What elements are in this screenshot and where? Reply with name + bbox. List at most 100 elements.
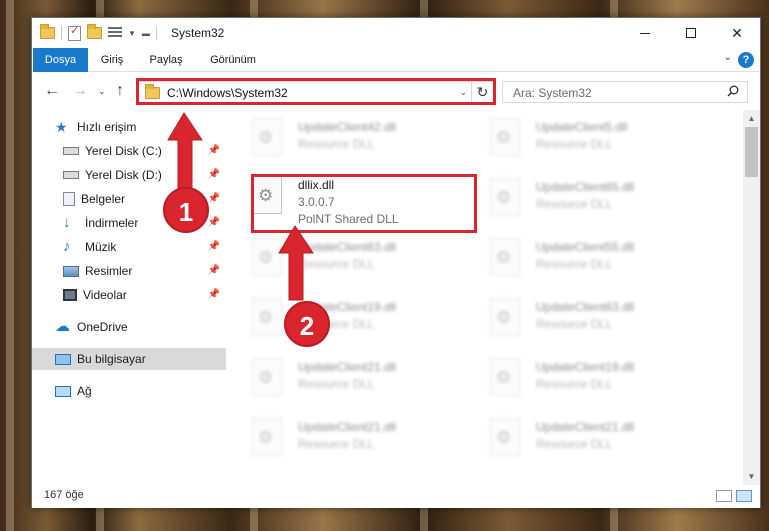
sidebar-item-label: Yerel Disk (D:) xyxy=(85,168,162,182)
annotation-marker-1: 1 xyxy=(163,187,209,233)
pin-icon[interactable]: 📌 xyxy=(208,265,220,276)
music-icon: ♪ xyxy=(63,238,71,255)
file-item[interactable]: ⚙ UpdateClient21.dll Resource DLL xyxy=(252,418,477,468)
file-name: UpdateClient21.dll xyxy=(298,420,397,434)
view-icon[interactable] xyxy=(108,27,122,39)
file-name: UpdateClient63.dll xyxy=(298,240,397,254)
sidebar-item-label: Bu bilgisayar xyxy=(77,352,146,366)
pin-icon[interactable]: 📌 xyxy=(208,145,220,156)
pin-icon[interactable]: 📌 xyxy=(208,193,220,204)
search-placeholder: Ara: System32 xyxy=(513,86,592,100)
file-name: UpdateClient19.dll xyxy=(536,360,635,374)
sidebar-item-this-pc[interactable]: Bu bilgisayar xyxy=(32,348,226,370)
title-bar: ▼ ▬ System32 ✕ xyxy=(32,18,760,48)
pin-icon[interactable]: 📌 xyxy=(208,289,220,300)
search-icon[interactable] xyxy=(727,85,739,97)
tab-view[interactable]: Görünüm xyxy=(202,48,264,72)
file-highlight-box xyxy=(251,174,477,233)
sidebar-item-label: Ağ xyxy=(77,384,92,398)
cloud-icon: ☁ xyxy=(55,318,70,335)
status-bar: 167 öğe xyxy=(32,485,760,508)
explorer-window: ▼ ▬ System32 ✕ Dosya Giriş Paylaş Görünü… xyxy=(31,17,761,508)
annotation-marker-2: 2 xyxy=(284,301,330,347)
dll-file-icon: ⚙ xyxy=(252,118,286,158)
sidebar-item-music[interactable]: ♪ Müzik 📌 xyxy=(32,236,226,258)
ribbon-tabs: Dosya Giriş Paylaş Görünüm ⌄ ? xyxy=(32,48,760,72)
details-view-icon[interactable] xyxy=(716,490,732,502)
drive-icon xyxy=(63,147,79,155)
file-name: UpdateClient63.dll xyxy=(536,300,635,314)
file-type: Resource DLL xyxy=(536,137,613,151)
forward-arrow-icon[interactable]: → xyxy=(72,82,88,100)
file-item[interactable]: ⚙ UpdateClient5.dll Resource DLL xyxy=(490,118,715,168)
file-item[interactable]: ⚙ UpdateClient19.dll Resource DLL xyxy=(490,358,715,408)
close-button[interactable]: ✕ xyxy=(714,18,760,48)
file-name: UpdateClient65.dll xyxy=(536,180,635,194)
file-type: Resource DLL xyxy=(298,137,375,151)
file-item[interactable]: ⚙ UpdateClient21.dll Resource DLL xyxy=(252,358,477,408)
file-type: Resource DLL xyxy=(298,377,375,391)
dll-file-icon: ⚙ xyxy=(252,358,286,398)
minimize-button[interactable] xyxy=(622,18,668,48)
file-name: UpdateClient5.dll xyxy=(536,120,628,134)
drive-icon xyxy=(63,171,79,179)
scroll-thumb[interactable] xyxy=(745,127,758,177)
expand-ribbon-icon[interactable]: ⌄ xyxy=(724,52,732,63)
divider xyxy=(155,26,157,40)
pin-icon[interactable]: 📌 xyxy=(208,169,220,180)
recent-locations-icon[interactable]: ⌄ xyxy=(98,86,106,97)
sidebar-item-label: Belgeler xyxy=(81,192,126,206)
sidebar-item-local-disk-c[interactable]: Yerel Disk (C:) 📌 xyxy=(32,140,226,162)
dll-file-icon: ⚙ xyxy=(490,238,524,278)
properties-icon[interactable] xyxy=(68,24,81,41)
network-icon xyxy=(55,385,71,397)
dll-file-icon: ⚙ xyxy=(490,418,524,458)
computer-icon xyxy=(55,353,71,365)
file-item[interactable]: ⚙ UpdateClient42.dll Resource DLL xyxy=(252,118,477,168)
sidebar-item-onedrive[interactable]: ☁ OneDrive xyxy=(32,316,226,338)
pin-icon[interactable]: 📌 xyxy=(208,217,220,228)
sidebar-item-local-disk-d[interactable]: Yerel Disk (D:) 📌 xyxy=(32,164,226,186)
file-item[interactable]: ⚙ UpdateClient21.dll Resource DLL xyxy=(490,418,715,468)
file-item[interactable]: ⚙ UpdateClient63.dll Resource DLL xyxy=(490,298,715,348)
large-icons-view-icon[interactable] xyxy=(736,490,752,502)
file-item[interactable]: ⚙ UpdateClient55.dll Resource DLL xyxy=(490,238,715,288)
scroll-down-icon[interactable]: ▼ xyxy=(743,468,760,485)
minimize-icon xyxy=(640,32,650,34)
maximize-button[interactable] xyxy=(668,18,714,48)
new-folder-icon[interactable] xyxy=(87,24,102,39)
tab-home[interactable]: Giriş xyxy=(92,48,132,72)
sidebar-item-label: Resimler xyxy=(85,264,133,278)
pin-icon[interactable]: 📌 xyxy=(208,241,220,252)
file-name: UpdateClient55.dll xyxy=(536,240,635,254)
file-item[interactable]: ⚙ UpdateClient63.dll Resource DLL xyxy=(252,238,477,288)
file-name: UpdateClient21.dll xyxy=(298,360,397,374)
quick-access-toolbar: ▼ ▬ xyxy=(40,24,157,41)
tab-share[interactable]: Paylaş xyxy=(142,48,190,72)
window-controls: ✕ xyxy=(622,18,760,48)
dll-file-icon: ⚙ xyxy=(252,298,286,338)
file-type: Resource DLL xyxy=(536,197,613,211)
dll-file-icon: ⚙ xyxy=(490,298,524,338)
sidebar-item-quick-access[interactable]: ★ Hızlı erişim xyxy=(32,116,226,138)
sidebar-item-label: OneDrive xyxy=(77,320,128,334)
back-arrow-icon[interactable]: ← xyxy=(44,82,60,100)
file-type: Resource DLL xyxy=(298,257,375,271)
view-toggle xyxy=(716,490,752,502)
tab-file[interactable]: Dosya xyxy=(33,48,88,72)
file-type: Resource DLL xyxy=(536,257,613,271)
sidebar-item-network[interactable]: Ağ xyxy=(32,380,226,402)
file-item[interactable]: ⚙ UpdateClient65.dll Resource DLL xyxy=(490,178,715,228)
sidebar-item-label: Videolar xyxy=(83,288,127,302)
vertical-scrollbar[interactable]: ▲ ▼ xyxy=(743,110,760,485)
search-box[interactable]: Ara: System32 xyxy=(502,81,748,103)
sidebar-item-pictures[interactable]: Resimler 📌 xyxy=(32,260,226,282)
sidebar-item-videos[interactable]: Videolar 📌 xyxy=(32,284,226,306)
up-arrow-icon[interactable]: ↑ xyxy=(116,82,124,100)
scroll-up-icon[interactable]: ▲ xyxy=(743,110,760,127)
chevron-down-icon[interactable]: ▼ xyxy=(128,29,136,38)
customize-toolbar-icon[interactable]: ▬ xyxy=(142,29,150,38)
navigation-bar: ← → ⌄ ↑ C:\Windows\System32 ⌄ ↻ Ara: Sys… xyxy=(32,73,760,109)
file-type: Resource DLL xyxy=(536,437,613,451)
help-icon[interactable]: ? xyxy=(738,52,754,68)
